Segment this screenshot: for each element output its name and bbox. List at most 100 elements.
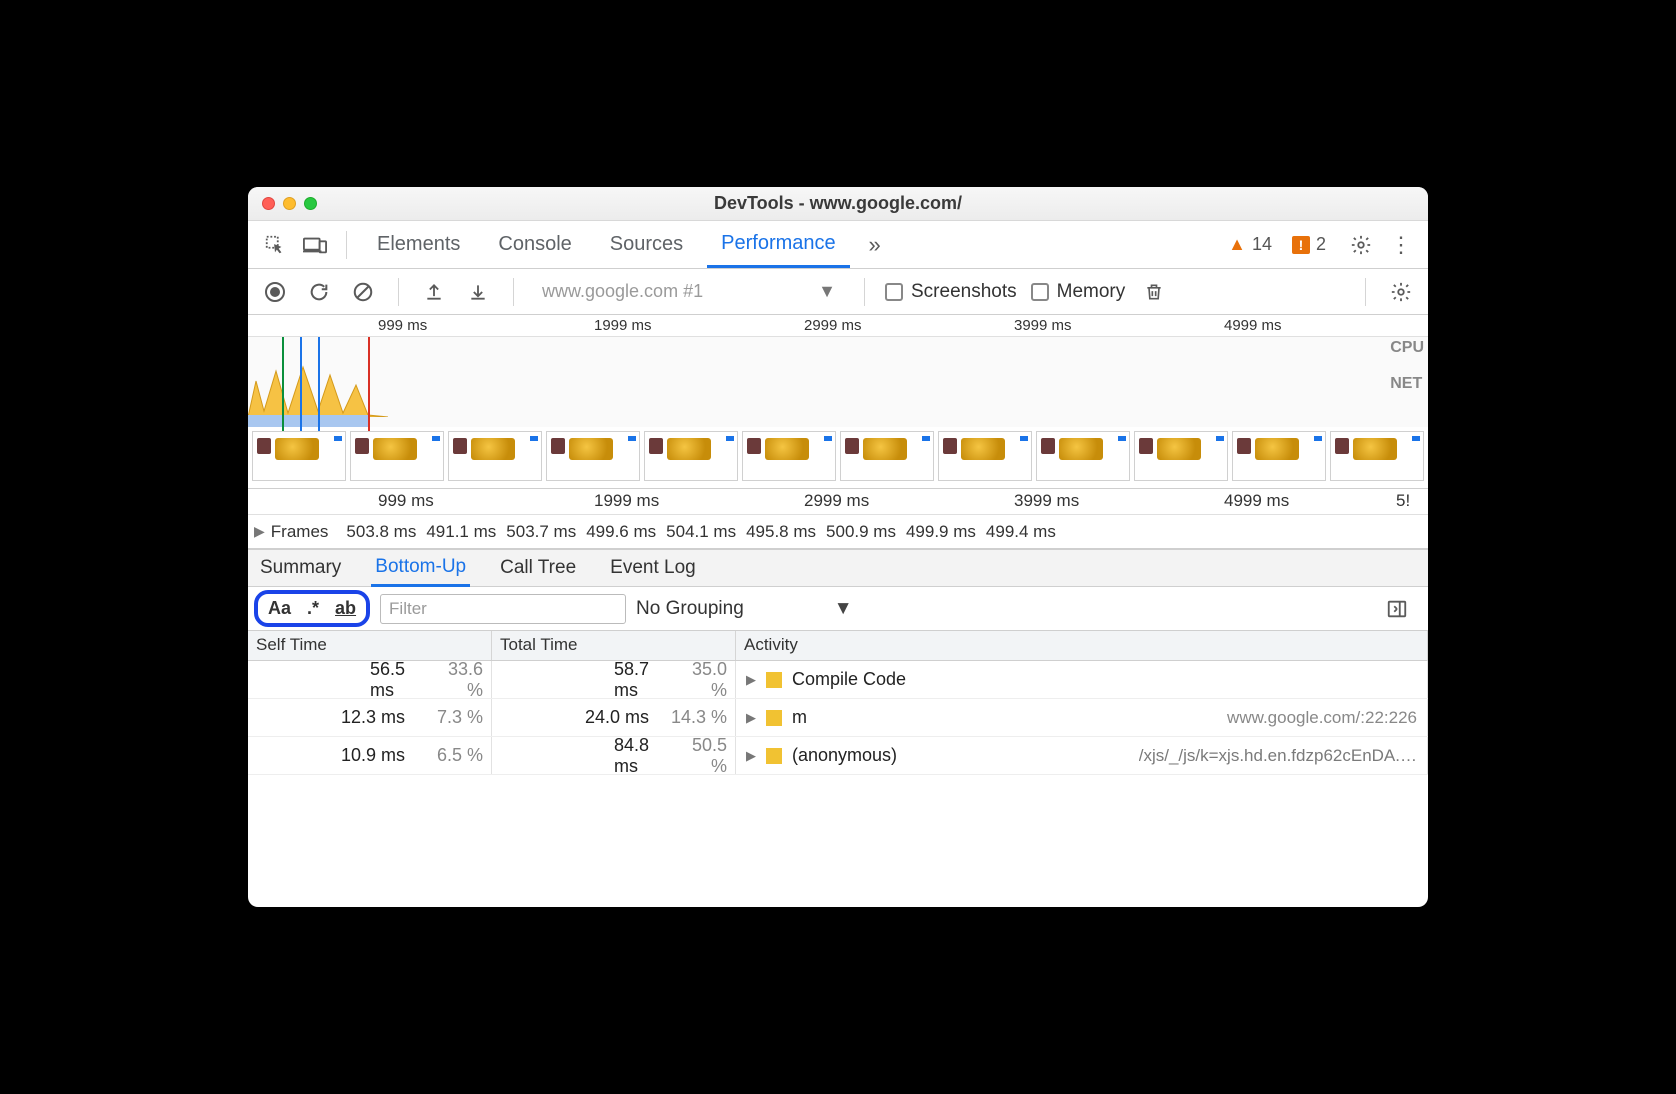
separator bbox=[864, 278, 865, 306]
frame-time: 499.6 ms bbox=[586, 522, 656, 542]
frame-time: 499.4 ms bbox=[986, 522, 1056, 542]
net-bar bbox=[248, 415, 368, 427]
frames-values: 503.8 ms 491.1 ms 503.7 ms 499.6 ms 504.… bbox=[346, 522, 1055, 542]
memory-checkbox[interactable]: Memory bbox=[1031, 281, 1126, 303]
expand-icon[interactable]: ▶ bbox=[746, 672, 756, 688]
tab-performance[interactable]: Performance bbox=[707, 222, 850, 268]
frame-time: 495.8 ms bbox=[746, 522, 816, 542]
trash-icon[interactable] bbox=[1139, 277, 1169, 307]
ruler-tick: 999 ms bbox=[378, 317, 427, 334]
regex-button[interactable]: .* bbox=[307, 598, 319, 619]
screenshot-thumb[interactable] bbox=[252, 431, 346, 481]
activity-name: m bbox=[792, 707, 807, 728]
table-row[interactable]: 12.3 ms7.3 % 24.0 ms14.3 % ▶ m www.googl… bbox=[248, 699, 1428, 737]
cpu-label: CPU bbox=[1390, 339, 1424, 357]
col-total-time[interactable]: Total Time bbox=[492, 631, 736, 660]
record-button[interactable] bbox=[260, 277, 290, 307]
zoom-icon[interactable] bbox=[304, 197, 317, 210]
reload-record-button[interactable] bbox=[304, 277, 334, 307]
frame-time: 499.9 ms bbox=[906, 522, 976, 542]
minimize-icon[interactable] bbox=[283, 197, 296, 210]
show-sidebar-icon[interactable] bbox=[1382, 594, 1412, 624]
screenshot-thumb[interactable] bbox=[546, 431, 640, 481]
ruler-tick: 2999 ms bbox=[804, 317, 862, 334]
table-row[interactable]: 10.9 ms6.5 % 84.8 ms50.5 % ▶ (anonymous)… bbox=[248, 737, 1428, 775]
frame-time: 491.1 ms bbox=[426, 522, 496, 542]
screenshot-thumb[interactable] bbox=[644, 431, 738, 481]
bottom-up-table: Self Time Total Time Activity 56.5 ms33.… bbox=[248, 631, 1428, 907]
filter-row: Aa .* ab No Grouping ▼ bbox=[248, 587, 1428, 631]
kebab-icon[interactable]: ⋮ bbox=[1386, 230, 1416, 260]
filter-mode-buttons: Aa .* ab bbox=[254, 590, 370, 627]
activity-name: (anonymous) bbox=[792, 745, 897, 766]
checkbox-icon bbox=[885, 283, 903, 301]
ruler-tick: 4999 ms bbox=[1224, 317, 1282, 334]
tab-console[interactable]: Console bbox=[484, 223, 585, 266]
grouping-select[interactable]: No Grouping ▼ bbox=[636, 598, 853, 620]
errors-badge[interactable]: ! 2 bbox=[1292, 234, 1326, 255]
screenshot-thumb[interactable] bbox=[938, 431, 1032, 481]
screenshot-thumb[interactable] bbox=[1232, 431, 1326, 481]
expand-icon[interactable]: ▶ bbox=[746, 748, 756, 764]
inspect-icon[interactable] bbox=[260, 230, 290, 260]
tab-sources[interactable]: Sources bbox=[596, 223, 697, 266]
frames-track[interactable]: ▶ Frames 503.8 ms 491.1 ms 503.7 ms 499.… bbox=[248, 515, 1428, 549]
checkbox-icon bbox=[1031, 283, 1049, 301]
warning-icon: ▲ bbox=[1228, 234, 1246, 255]
col-activity[interactable]: Activity bbox=[736, 631, 1428, 660]
screenshot-thumb[interactable] bbox=[448, 431, 542, 481]
screenshot-thumb[interactable] bbox=[1330, 431, 1424, 481]
perf-settings-icon[interactable] bbox=[1386, 277, 1416, 307]
category-swatch-icon bbox=[766, 672, 782, 688]
source-link[interactable]: /xjs/_/js/k=xjs.hd.en.fdzp62cEnDA.… bbox=[1139, 746, 1417, 766]
category-swatch-icon bbox=[766, 710, 782, 726]
ruler-tick: 4999 ms bbox=[1224, 491, 1289, 511]
titlebar: DevTools - www.google.com/ bbox=[248, 187, 1428, 221]
separator bbox=[398, 278, 399, 306]
chevron-down-icon: ▼ bbox=[834, 598, 853, 620]
frames-label: Frames bbox=[271, 522, 329, 542]
screenshots-label: Screenshots bbox=[911, 281, 1017, 303]
flame-ruler[interactable]: 999 ms 1999 ms 2999 ms 3999 ms 4999 ms 5… bbox=[248, 489, 1428, 515]
close-icon[interactable] bbox=[262, 197, 275, 210]
upload-icon[interactable] bbox=[419, 277, 449, 307]
settings-icon[interactable] bbox=[1346, 230, 1376, 260]
download-icon[interactable] bbox=[463, 277, 493, 307]
screenshot-thumb[interactable] bbox=[742, 431, 836, 481]
tab-event-log[interactable]: Event Log bbox=[606, 551, 700, 585]
table-row[interactable]: 56.5 ms33.6 % 58.7 ms35.0 % ▶ Compile Co… bbox=[248, 661, 1428, 699]
frame-time: 500.9 ms bbox=[826, 522, 896, 542]
source-link[interactable]: www.google.com/:22:226 bbox=[1227, 708, 1417, 728]
category-swatch-icon bbox=[766, 748, 782, 764]
screenshot-thumb[interactable] bbox=[1036, 431, 1130, 481]
screenshot-thumb[interactable] bbox=[840, 431, 934, 481]
chevron-down-icon: ▼ bbox=[818, 281, 836, 302]
tab-summary[interactable]: Summary bbox=[256, 551, 345, 585]
filter-input[interactable] bbox=[380, 594, 626, 624]
warnings-badge[interactable]: ▲ 14 bbox=[1228, 234, 1272, 255]
device-toggle-icon[interactable] bbox=[300, 230, 330, 260]
screenshot-thumb[interactable] bbox=[350, 431, 444, 481]
match-case-button[interactable]: Aa bbox=[268, 598, 291, 619]
col-self-time[interactable]: Self Time bbox=[248, 631, 492, 660]
screenshot-thumb[interactable] bbox=[1134, 431, 1228, 481]
tab-bottom-up[interactable]: Bottom-Up bbox=[371, 550, 470, 587]
screenshots-checkbox[interactable]: Screenshots bbox=[885, 281, 1017, 303]
profile-select[interactable]: www.google.com #1 ▼ bbox=[534, 277, 844, 307]
frame-time: 503.7 ms bbox=[506, 522, 576, 542]
more-tabs-icon[interactable]: » bbox=[860, 230, 890, 260]
expand-icon[interactable]: ▶ bbox=[746, 710, 756, 726]
match-whole-word-button[interactable]: ab bbox=[335, 598, 356, 619]
frame-time: 503.8 ms bbox=[346, 522, 416, 542]
expand-icon[interactable]: ▶ bbox=[254, 523, 265, 540]
overview-pane[interactable]: 999 ms 1999 ms 2999 ms 3999 ms 4999 ms C… bbox=[248, 315, 1428, 489]
overview-labels: CPU NET bbox=[1390, 339, 1424, 393]
ruler-tick: 1999 ms bbox=[594, 317, 652, 334]
tab-elements[interactable]: Elements bbox=[363, 223, 474, 266]
error-icon: ! bbox=[1292, 236, 1310, 254]
main-tabbar: Elements Console Sources Performance » ▲… bbox=[248, 221, 1428, 269]
clear-button[interactable] bbox=[348, 277, 378, 307]
tab-call-tree[interactable]: Call Tree bbox=[496, 551, 580, 585]
overview-ruler: 999 ms 1999 ms 2999 ms 3999 ms 4999 ms bbox=[248, 315, 1428, 337]
frame-time: 504.1 ms bbox=[666, 522, 736, 542]
